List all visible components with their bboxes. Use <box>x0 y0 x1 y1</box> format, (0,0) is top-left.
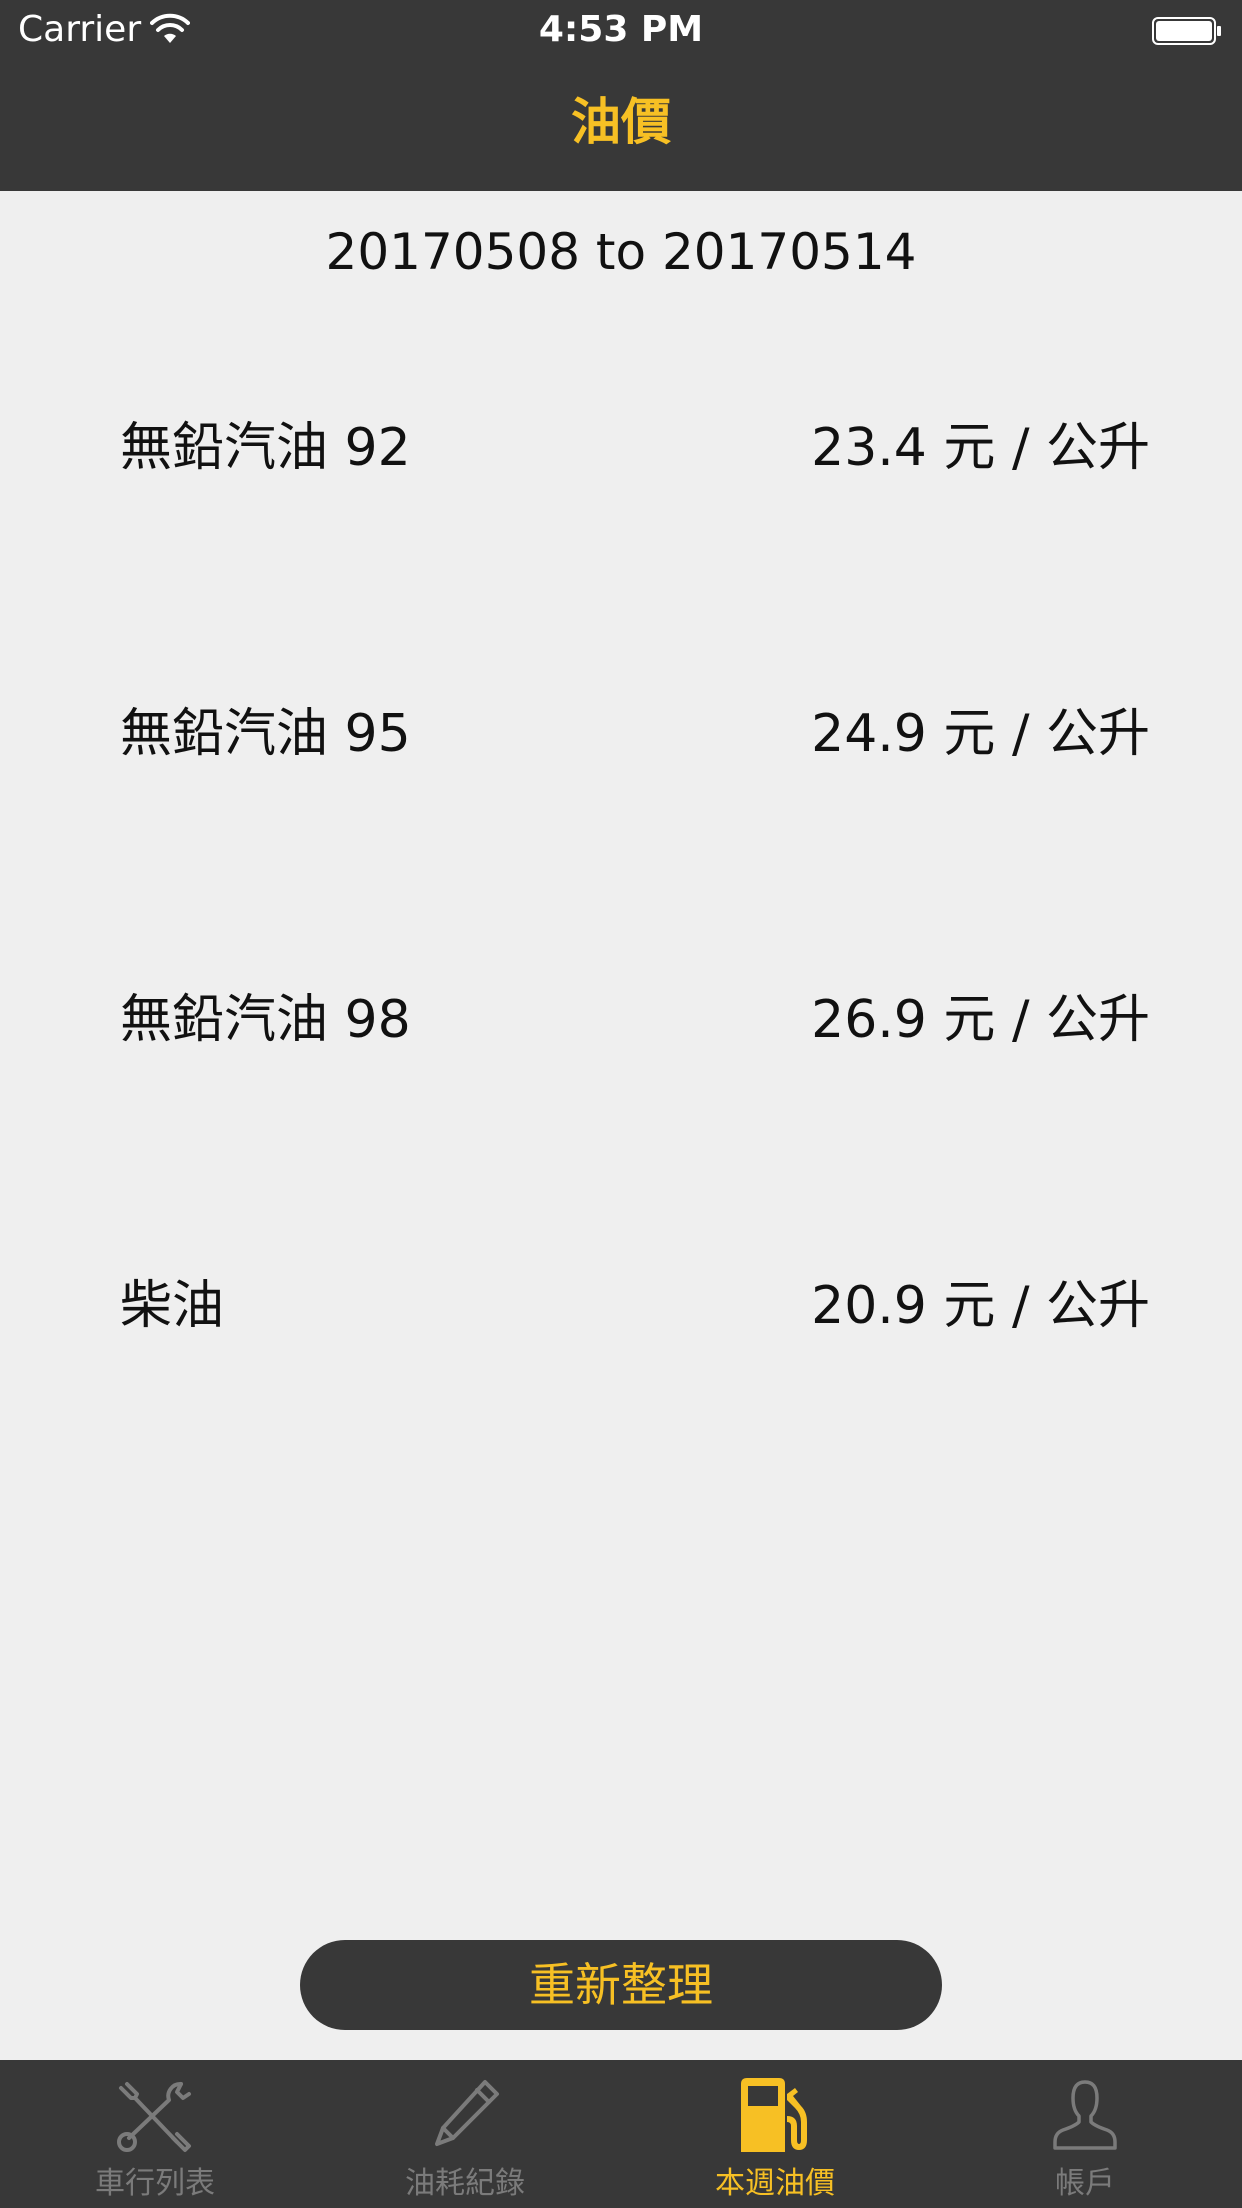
tab-account[interactable]: 帳戶 <box>930 2060 1240 2208</box>
date-range: 20170508 to 20170514 <box>325 223 917 281</box>
fuel-name: 柴油 <box>120 1276 225 1336</box>
fuel-price: 26.9 元 / 公升 <box>811 990 1150 1050</box>
battery-icon <box>1152 17 1221 45</box>
tools-icon <box>117 2082 191 2152</box>
fuel-price: 24.9 元 / 公升 <box>811 704 1150 764</box>
fuel-price: 20.9 元 / 公升 <box>811 1276 1150 1336</box>
tab-label: 本週油價 <box>715 2166 835 2201</box>
header: Carrier 4:53 PM 油價 <box>0 0 1242 191</box>
pencil-icon <box>435 2080 499 2146</box>
fuel-name: 無鉛汽油 95 <box>120 704 411 764</box>
price-row: 無鉛汽油 92 23.4 元 / 公升 <box>0 408 1242 488</box>
fuel-pump-icon <box>741 2078 807 2152</box>
price-row: 柴油 20.9 元 / 公升 <box>0 1266 1242 1346</box>
fuel-name: 無鉛汽油 98 <box>120 990 411 1050</box>
tab-shop-list[interactable]: 車行列表 <box>0 2060 310 2208</box>
tab-fuel-records[interactable]: 油耗紀錄 <box>310 2060 620 2208</box>
clock: 4:53 PM <box>538 9 704 50</box>
fuel-name: 無鉛汽油 92 <box>120 418 411 478</box>
fuel-price: 23.4 元 / 公升 <box>811 418 1150 478</box>
page-title: 油價 <box>571 93 671 151</box>
tab-bar: 車行列表 油耗紀錄 本週油價 帳戶 <box>0 2060 1242 2208</box>
person-icon <box>1053 2080 1117 2150</box>
price-row: 無鉛汽油 98 26.9 元 / 公升 <box>0 980 1242 1060</box>
tab-weekly-fuel-price[interactable]: 本週油價 <box>620 2060 930 2208</box>
tab-label: 車行列表 <box>95 2166 215 2201</box>
status-bar: Carrier 4:53 PM <box>0 0 1242 60</box>
price-row: 無鉛汽油 95 24.9 元 / 公升 <box>0 694 1242 774</box>
tab-label: 油耗紀錄 <box>405 2166 525 2201</box>
tab-label: 帳戶 <box>1055 2166 1115 2201</box>
refresh-button[interactable]: 重新整理 <box>300 1940 942 2030</box>
